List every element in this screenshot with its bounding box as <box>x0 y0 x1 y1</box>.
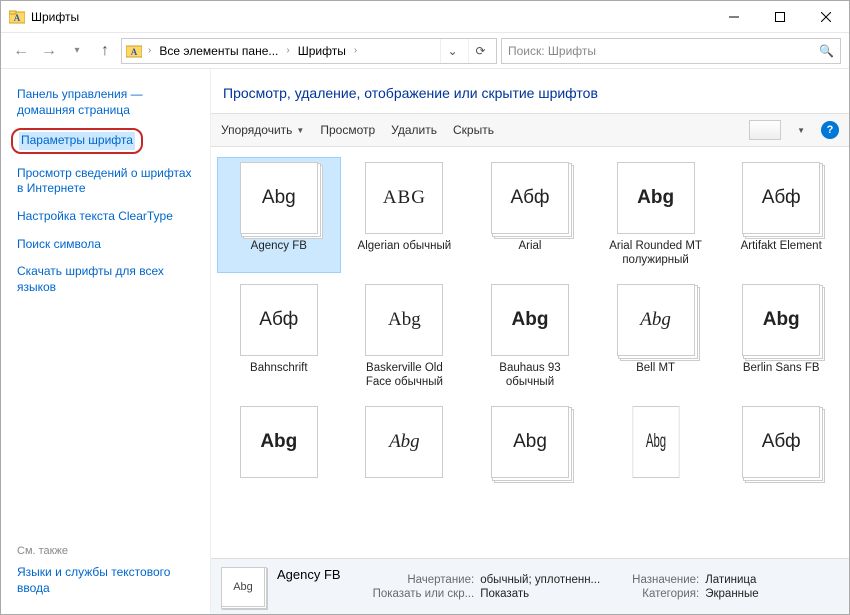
font-item[interactable]: Абф Artifakt Element <box>719 157 843 273</box>
details-category-label: Категория: <box>632 588 699 600</box>
font-preview-icon: Abg <box>240 406 318 478</box>
font-label: Berlin Sans FB <box>743 362 820 390</box>
refresh-button[interactable]: ⟳ <box>468 39 492 63</box>
font-preview-icon: Abg <box>632 406 679 478</box>
sidebar-link-cleartype[interactable]: Настройка текста ClearType <box>17 209 194 225</box>
font-preview-icon: Abg <box>491 406 569 478</box>
fonts-folder-icon: A <box>126 43 142 59</box>
search-icon[interactable]: 🔍 <box>819 44 834 58</box>
page-heading: Просмотр, удаление, отображение или скры… <box>211 69 849 113</box>
font-item[interactable]: Abg Baskerville Old Face обычный <box>343 279 467 395</box>
help-button[interactable]: ? <box>821 121 839 139</box>
close-button[interactable] <box>803 1 849 33</box>
font-preview-icon: Абф <box>742 406 820 478</box>
sidebar: Панель управления — домашняя страница Па… <box>1 69 211 614</box>
see-also-label: См. также <box>17 545 194 557</box>
font-label: Bell MT <box>636 362 675 390</box>
font-item[interactable]: Abg Bauhaus 93 обычный <box>468 279 592 395</box>
sidebar-link-font-params[interactable]: Параметры шрифта <box>19 132 135 150</box>
details-show-value: Показать <box>480 588 600 600</box>
up-button[interactable]: ↑ <box>93 39 117 63</box>
sidebar-link-find-char[interactable]: Поиск символа <box>17 237 194 253</box>
breadcrumb-item[interactable]: Все элементы пане... <box>157 44 280 58</box>
font-item[interactable]: Abg Bell MT <box>594 279 718 395</box>
font-item[interactable]: Abg Berlin Sans FB <box>719 279 843 395</box>
font-preview-icon: Abg <box>617 284 695 356</box>
svg-text:A: A <box>131 47 138 57</box>
forward-button[interactable]: → <box>37 39 61 63</box>
font-item[interactable]: Абф Bahnschrift <box>217 279 341 395</box>
font-label: Agency FB <box>251 240 307 268</box>
fonts-folder-icon: A <box>9 9 25 25</box>
font-item[interactable]: Абф Arial <box>468 157 592 273</box>
recent-dropdown[interactable]: ▾ <box>65 39 89 63</box>
sidebar-link-text-services[interactable]: Языки и службы текстового ввода <box>17 565 194 596</box>
maximize-button[interactable] <box>757 1 803 33</box>
font-preview-icon: Абф <box>240 284 318 356</box>
details-font-icon: Abg <box>221 567 265 607</box>
font-preview-icon: Абф <box>742 162 820 234</box>
font-preview-icon: Abg <box>365 406 443 478</box>
font-label: Artifakt Element <box>741 240 822 268</box>
font-item[interactable]: Abg Arial Rounded MT полужирный <box>594 157 718 273</box>
font-item[interactable]: Abg <box>594 401 718 517</box>
details-purpose-label: Назначение: <box>632 574 699 586</box>
window-title: Шрифты <box>31 10 79 24</box>
font-preview-icon: ABG <box>365 162 443 234</box>
preview-button[interactable]: Просмотр <box>320 123 375 137</box>
font-item[interactable]: Abg <box>217 401 341 517</box>
font-preview-icon: Abg <box>491 284 569 356</box>
font-label: Bauhaus 93 обычный <box>480 362 580 390</box>
details-category-value: Экранные <box>705 588 758 600</box>
sidebar-link-home[interactable]: Панель управления — домашняя страница <box>17 87 194 118</box>
font-item[interactable]: ABG Algerian обычный <box>343 157 467 273</box>
titlebar: A Шрифты <box>1 1 849 33</box>
address-bar[interactable]: A › Все элементы пане... › Шрифты › ⌄ ⟳ <box>121 38 497 64</box>
font-item[interactable]: Abg <box>468 401 592 517</box>
chevron-right-icon[interactable]: › <box>146 45 153 56</box>
view-options-button[interactable] <box>749 120 781 140</box>
hide-button[interactable]: Скрыть <box>453 123 494 137</box>
details-pane: Abg Agency FB Начертание: обычный; уплот… <box>211 558 849 614</box>
breadcrumb-item[interactable]: Шрифты <box>296 44 348 58</box>
font-label: Algerian обычный <box>358 240 452 268</box>
toolbar: Упорядочить▼ Просмотр Удалить Скрыть ▼ ? <box>211 113 849 147</box>
highlighted-link: Параметры шрифта <box>11 128 143 154</box>
font-preview-icon: Abg <box>742 284 820 356</box>
font-item[interactable]: Abg <box>343 401 467 517</box>
details-show-label: Показать или скр... <box>373 588 475 600</box>
navbar: ← → ▾ ↑ A › Все элементы пане... › Шрифт… <box>1 33 849 69</box>
chevron-right-icon[interactable]: › <box>352 45 359 56</box>
font-label: Arial <box>518 240 541 268</box>
font-label: Bahnschrift <box>250 362 308 390</box>
font-label: Baskerville Old Face обычный <box>354 362 454 390</box>
search-input[interactable]: Поиск: Шрифты 🔍 <box>501 38 841 64</box>
address-dropdown[interactable]: ⌄ <box>440 39 464 63</box>
font-label: Arial Rounded MT полужирный <box>606 240 706 268</box>
details-style-label: Начертание: <box>373 574 475 586</box>
font-item[interactable]: Абф <box>719 401 843 517</box>
organize-button[interactable]: Упорядочить▼ <box>221 123 304 137</box>
font-preview-icon: Abg <box>365 284 443 356</box>
chevron-right-icon[interactable]: › <box>284 45 291 56</box>
font-preview-icon: Abg <box>240 162 318 234</box>
font-grid: Abg Agency FB ABG Algerian обычный Абф Arial A… <box>211 147 849 558</box>
font-item[interactable]: Abg Agency FB <box>217 157 341 273</box>
search-placeholder: Поиск: Шрифты <box>508 44 596 58</box>
details-style-value: обычный; уплотненн... <box>480 574 600 586</box>
font-preview-icon: Abg <box>617 162 695 234</box>
font-preview-icon: Абф <box>491 162 569 234</box>
delete-button[interactable]: Удалить <box>391 123 437 137</box>
view-dropdown[interactable]: ▼ <box>797 126 805 135</box>
sidebar-link-font-info-web[interactable]: Просмотр сведений о шрифтах в Интернете <box>17 166 194 197</box>
details-font-name: Agency FB <box>277 563 341 582</box>
main-panel: Просмотр, удаление, отображение или скры… <box>211 69 849 614</box>
details-purpose-value: Латиница <box>705 574 758 586</box>
back-button[interactable]: ← <box>9 39 33 63</box>
minimize-button[interactable] <box>711 1 757 33</box>
sidebar-link-download-fonts[interactable]: Скачать шрифты для всех языков <box>17 264 194 295</box>
svg-text:A: A <box>14 13 21 23</box>
